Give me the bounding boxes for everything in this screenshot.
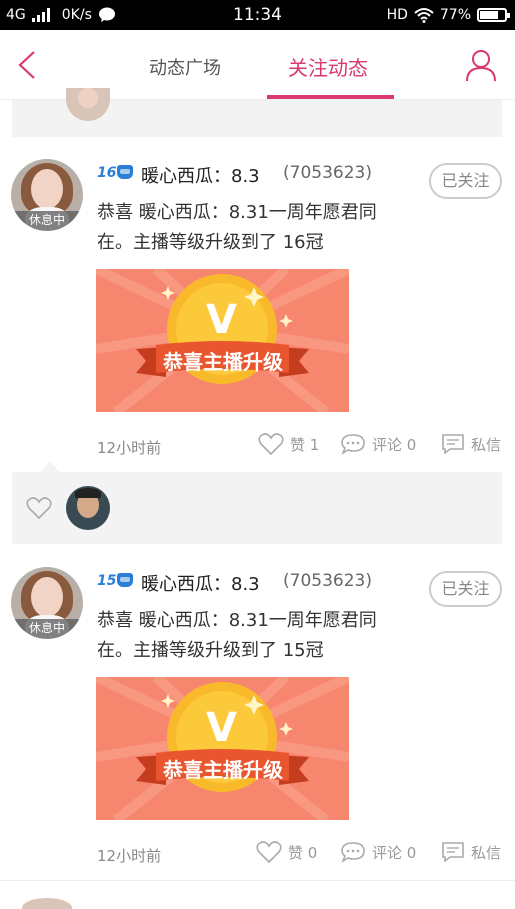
level-number: 16 bbox=[97, 165, 117, 181]
avatar[interactable]: 休息中 bbox=[11, 159, 83, 231]
post-text-line: 恭喜 暖心西瓜：8.31一周年愿君同 bbox=[97, 610, 377, 631]
banner-text: 恭喜主播升级 bbox=[163, 350, 283, 374]
message-label: 私信 bbox=[471, 435, 502, 454]
user-id: (7053623) bbox=[283, 163, 372, 183]
comment-icon bbox=[341, 842, 365, 863]
user-name[interactable]: 暖心西瓜：8.3 bbox=[141, 570, 260, 596]
post: 休息中 16 暖心西瓜：8.3 (7053623) 已关注 恭喜 暖心西瓜：8.… bbox=[0, 140, 515, 470]
comment-count: 评论 0 bbox=[372, 843, 417, 862]
post-text: 恭喜 暖心西瓜：8.31一周年愿君同 在。主播等级升级到了 15冠 bbox=[97, 606, 417, 666]
status-bar: 4G 0K/s 11:34 HD 77% bbox=[0, 0, 515, 30]
user-name[interactable]: 暖心西瓜：8.3 bbox=[141, 162, 260, 188]
partial-avatar bbox=[22, 898, 72, 909]
crown-icon bbox=[117, 573, 134, 587]
wifi-icon bbox=[414, 8, 434, 23]
message-button[interactable]: 私信 bbox=[441, 841, 501, 863]
avatar[interactable]: 休息中 bbox=[11, 567, 83, 639]
like-count: 赞 0 bbox=[288, 843, 318, 862]
message-label: 私信 bbox=[471, 843, 502, 862]
banner-letter: V bbox=[206, 705, 237, 751]
back-arrow-icon[interactable] bbox=[14, 50, 40, 80]
message-icon bbox=[442, 434, 464, 455]
level-up-banner[interactable]: V 恭喜主播升级 bbox=[96, 269, 349, 412]
heart-icon[interactable] bbox=[26, 497, 52, 519]
comment-count: 评论 0 bbox=[372, 435, 417, 454]
divider bbox=[0, 880, 515, 881]
comment-button[interactable]: 评论 0 bbox=[340, 433, 416, 455]
post-text-line: 在。主播等级升级到了 16冠 bbox=[97, 232, 324, 253]
battery-icon bbox=[477, 8, 510, 22]
post: 休息中 15 暖心西瓜：8.3 (7053623) 已关注 恭喜 暖心西瓜：8.… bbox=[0, 548, 515, 878]
status-right: HD 77% bbox=[386, 0, 510, 30]
user-id: (7053623) bbox=[283, 571, 372, 591]
battery-percent: 77% bbox=[439, 7, 471, 23]
rest-status-label: 休息中 bbox=[11, 619, 83, 639]
hd-indicator: HD bbox=[386, 7, 408, 23]
like-button[interactable]: 赞 1 bbox=[258, 433, 319, 455]
tab-square[interactable]: 动态广场 bbox=[149, 54, 221, 80]
rest-status-label: 休息中 bbox=[11, 211, 83, 231]
crown-icon bbox=[117, 165, 134, 179]
comment-icon bbox=[341, 434, 365, 455]
post-text-line: 在。主播等级升级到了 15冠 bbox=[97, 640, 324, 661]
followed-button[interactable]: 已关注 bbox=[429, 163, 502, 199]
message-button[interactable]: 私信 bbox=[441, 433, 501, 455]
liker-avatar[interactable] bbox=[66, 486, 110, 530]
post-text-line: 恭喜 暖心西瓜：8.31一周年愿君同 bbox=[97, 202, 377, 223]
tab-follow[interactable]: 关注动态 bbox=[288, 52, 368, 81]
banner-text: 恭喜主播升级 bbox=[163, 758, 283, 782]
like-button[interactable]: 赞 0 bbox=[256, 841, 317, 863]
post-time: 12小时前 bbox=[97, 439, 162, 457]
post-text: 恭喜 暖心西瓜：8.31一周年愿君同 在。主播等级升级到了 16冠 bbox=[97, 198, 417, 258]
active-tab-indicator bbox=[267, 95, 394, 99]
level-badge: 15 bbox=[97, 573, 134, 589]
banner-letter: V bbox=[206, 297, 237, 343]
level-badge: 16 bbox=[97, 165, 134, 181]
followed-button[interactable]: 已关注 bbox=[429, 571, 502, 607]
like-strip bbox=[12, 462, 502, 544]
heart-icon bbox=[256, 841, 282, 863]
level-number: 15 bbox=[97, 573, 117, 589]
like-count: 赞 1 bbox=[290, 435, 320, 454]
level-up-banner[interactable]: V 恭喜主播升级 bbox=[96, 677, 349, 820]
comment-button[interactable]: 评论 0 bbox=[340, 841, 416, 863]
message-icon bbox=[442, 842, 464, 863]
post-time: 12小时前 bbox=[97, 847, 162, 865]
clock: 11:34 bbox=[233, 5, 282, 25]
user-profile-icon[interactable] bbox=[465, 48, 497, 82]
heart-icon bbox=[258, 433, 284, 455]
